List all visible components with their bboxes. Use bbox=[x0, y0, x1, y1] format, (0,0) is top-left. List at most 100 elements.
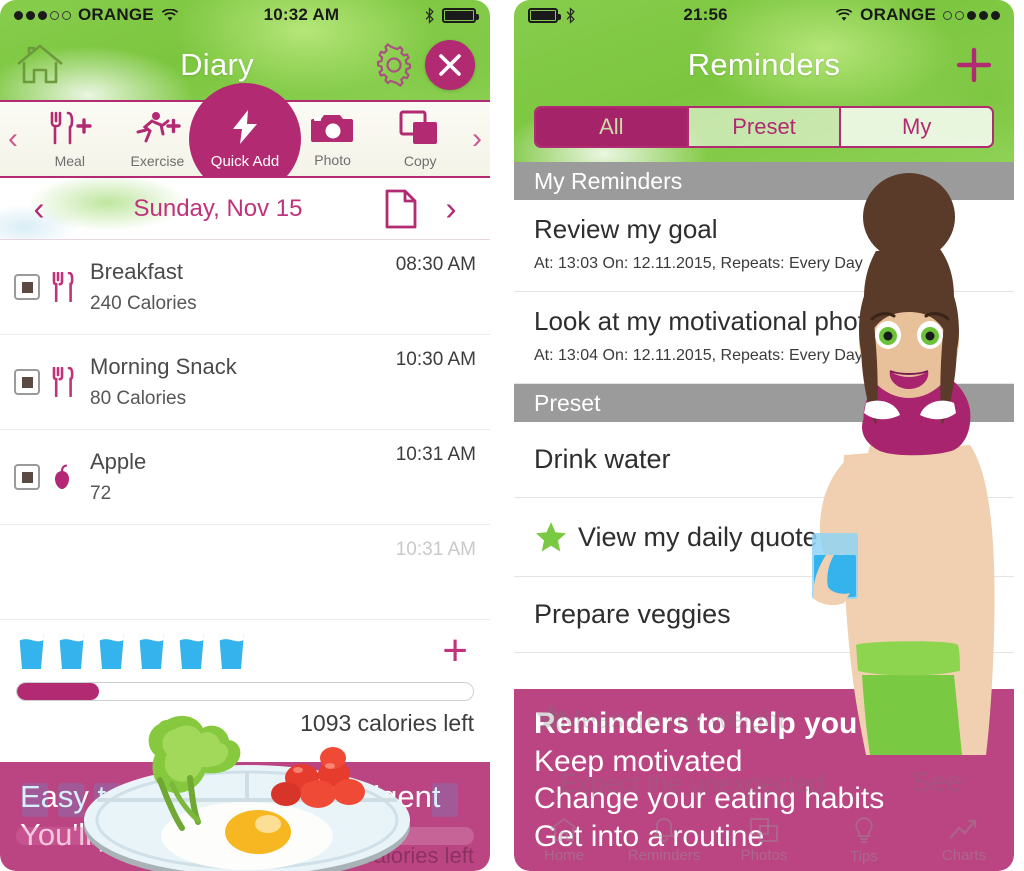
ghost-tab-tips: Tips bbox=[814, 809, 914, 871]
home-icon bbox=[17, 44, 63, 84]
list-item[interactable]: View my daily quote bbox=[514, 498, 1014, 577]
date-navigation-bar: ‹ Sunday, Nov 15 › bbox=[0, 178, 490, 240]
chart-icon bbox=[949, 819, 977, 838]
add-reminder-button[interactable] bbox=[946, 45, 1002, 85]
ghost-tab-bar: Home Reminders Photos Tips Charts bbox=[514, 809, 1014, 871]
list-item[interactable]: Drink water bbox=[514, 422, 1014, 498]
toolbar-label: Exercise bbox=[130, 152, 185, 169]
ghost-row-2: Expect the unexpected bbox=[560, 768, 825, 798]
ghost-calories-left-label: 707 calories left bbox=[319, 843, 474, 868]
ghost-tab-label: Home bbox=[543, 846, 584, 864]
entry-checkbox[interactable] bbox=[14, 464, 40, 490]
right-ghost-underlay: Measure my weight Expect the unexpected … bbox=[514, 686, 1014, 871]
table-row[interactable]: Apple 72 10:31 AM bbox=[0, 430, 490, 525]
home-icon bbox=[550, 817, 578, 841]
note-page-icon bbox=[385, 189, 417, 228]
calorie-progress-wrapper bbox=[0, 682, 490, 701]
clock-label: 10:32 AM bbox=[263, 5, 340, 24]
toolbar-item-meal[interactable]: Meal bbox=[26, 102, 114, 176]
add-water-button[interactable]: + bbox=[442, 628, 474, 672]
water-glass-icon[interactable] bbox=[16, 631, 47, 671]
previous-day-button[interactable]: ‹ bbox=[16, 192, 62, 225]
quick-add-toolbar: ‹ Meal Exercise Quick Add Photo Copy › bbox=[0, 83, 490, 195]
battery-icon bbox=[528, 7, 561, 23]
signal-strength-icon bbox=[943, 10, 1000, 20]
entry-checkbox[interactable] bbox=[14, 369, 40, 395]
plus-circle-icon bbox=[905, 699, 943, 737]
toolbar-item-photo[interactable]: Photo bbox=[289, 102, 377, 176]
reminder-title: View my daily quote bbox=[578, 521, 818, 552]
cutlery-icon bbox=[40, 367, 84, 397]
ghost-tab-label: Charts bbox=[941, 846, 987, 864]
star-icon bbox=[536, 522, 566, 552]
water-glasses bbox=[16, 631, 442, 671]
ghost-tab-label: Reminders bbox=[627, 846, 701, 864]
entry-time: 10:30 AM bbox=[395, 349, 476, 370]
entry-checkbox[interactable] bbox=[14, 274, 40, 300]
exercise-add-icon bbox=[132, 110, 182, 151]
section-header-my-reminders: My Reminders bbox=[514, 162, 1014, 200]
reminders-filter-wrapper: All Preset My bbox=[514, 100, 1014, 162]
water-glass-icon[interactable] bbox=[216, 631, 247, 671]
water-glass-icon[interactable] bbox=[56, 631, 87, 671]
notes-button[interactable] bbox=[374, 189, 428, 229]
tab-my[interactable]: My bbox=[841, 108, 992, 146]
carrier-label: ORANGE bbox=[78, 5, 154, 24]
toolbar-item-copy[interactable]: Copy bbox=[376, 102, 464, 176]
entry-calories: 72 bbox=[90, 483, 112, 504]
toolbar-prev-button[interactable]: ‹ bbox=[0, 124, 26, 154]
list-item[interactable]: Look at my motivational phot At: 13:04 O… bbox=[514, 292, 1014, 384]
tab-preset[interactable]: Preset bbox=[688, 108, 842, 146]
table-row[interactable]: 10:31 AM bbox=[0, 525, 490, 620]
settings-button[interactable] bbox=[366, 42, 422, 88]
plus-icon bbox=[956, 47, 992, 83]
entry-time: 08:30 AM bbox=[395, 254, 476, 275]
diary-entry-list: Breakfast 240 Calories 08:30 AM Morning … bbox=[0, 240, 490, 871]
calorie-progress-bar bbox=[16, 682, 474, 701]
current-date-label: Sunday, Nov 15 bbox=[133, 194, 303, 222]
tab-all[interactable]: All bbox=[536, 108, 689, 146]
segmented-control: All Preset My bbox=[534, 106, 994, 148]
toolbar-label: Meal bbox=[54, 152, 85, 169]
photos-icon bbox=[750, 817, 778, 842]
reminder-title: Look at my motivational phot bbox=[534, 306, 865, 336]
entry-title: Morning Snack bbox=[90, 354, 237, 379]
list-item[interactable]: Prepare veggies bbox=[514, 577, 1014, 653]
list-item[interactable]: Review my goal At: 13:03 On: 12.11.2015,… bbox=[514, 200, 1014, 292]
gear-icon bbox=[377, 43, 411, 87]
bluetooth-icon bbox=[425, 6, 434, 24]
ghost-tab-reminders: Reminders bbox=[614, 809, 714, 871]
bell-icon bbox=[653, 817, 675, 842]
close-button[interactable] bbox=[422, 40, 478, 90]
reminder-meta: At: 13:03 On: 12.11.2015, Repeats: Every… bbox=[534, 255, 863, 272]
right-green-header: 21:56 ORANGE Reminders All Preset My bbox=[514, 0, 1014, 162]
water-glass-icon[interactable] bbox=[176, 631, 207, 671]
water-glass-icon[interactable] bbox=[136, 631, 167, 671]
toolbar-item-quick-add[interactable]: Quick Add bbox=[188, 83, 301, 195]
entry-time: 10:31 AM bbox=[395, 539, 476, 560]
next-day-button[interactable]: › bbox=[428, 192, 474, 225]
calorie-progress-fill bbox=[17, 683, 100, 700]
water-glass-icon[interactable] bbox=[96, 631, 127, 671]
bluetooth-icon bbox=[566, 6, 575, 24]
left-phone-screen: ORANGE 10:32 AM Diary ‹ Meal Exercise Qu… bbox=[0, 0, 490, 871]
water-tracker-row: + bbox=[0, 620, 490, 682]
right-nav-bar: Reminders bbox=[514, 30, 1014, 100]
quick-add-pointer bbox=[231, 92, 258, 103]
entry-time: 10:31 AM bbox=[395, 444, 476, 465]
table-row[interactable]: Breakfast 240 Calories 08:30 AM bbox=[0, 240, 490, 335]
table-row[interactable]: Morning Snack 80 Calories 10:30 AM bbox=[0, 335, 490, 430]
entry-title: Breakfast bbox=[90, 259, 183, 284]
carrier-label: ORANGE bbox=[860, 5, 936, 24]
toolbar-next-button[interactable]: › bbox=[464, 124, 490, 154]
camera-icon bbox=[310, 111, 356, 150]
calories-left-label: 1093 calories left bbox=[300, 710, 474, 736]
page-title: Diary bbox=[180, 47, 254, 82]
right-status-bar: 21:56 ORANGE bbox=[514, 0, 1014, 30]
reminder-title: Drink water bbox=[534, 444, 671, 474]
home-button[interactable] bbox=[12, 42, 68, 88]
wifi-icon bbox=[161, 8, 179, 21]
ghost-tab-photos: Photos bbox=[714, 809, 814, 871]
toolbar-label: Copy bbox=[403, 152, 437, 169]
reminder-title: Review my goal bbox=[534, 214, 718, 244]
